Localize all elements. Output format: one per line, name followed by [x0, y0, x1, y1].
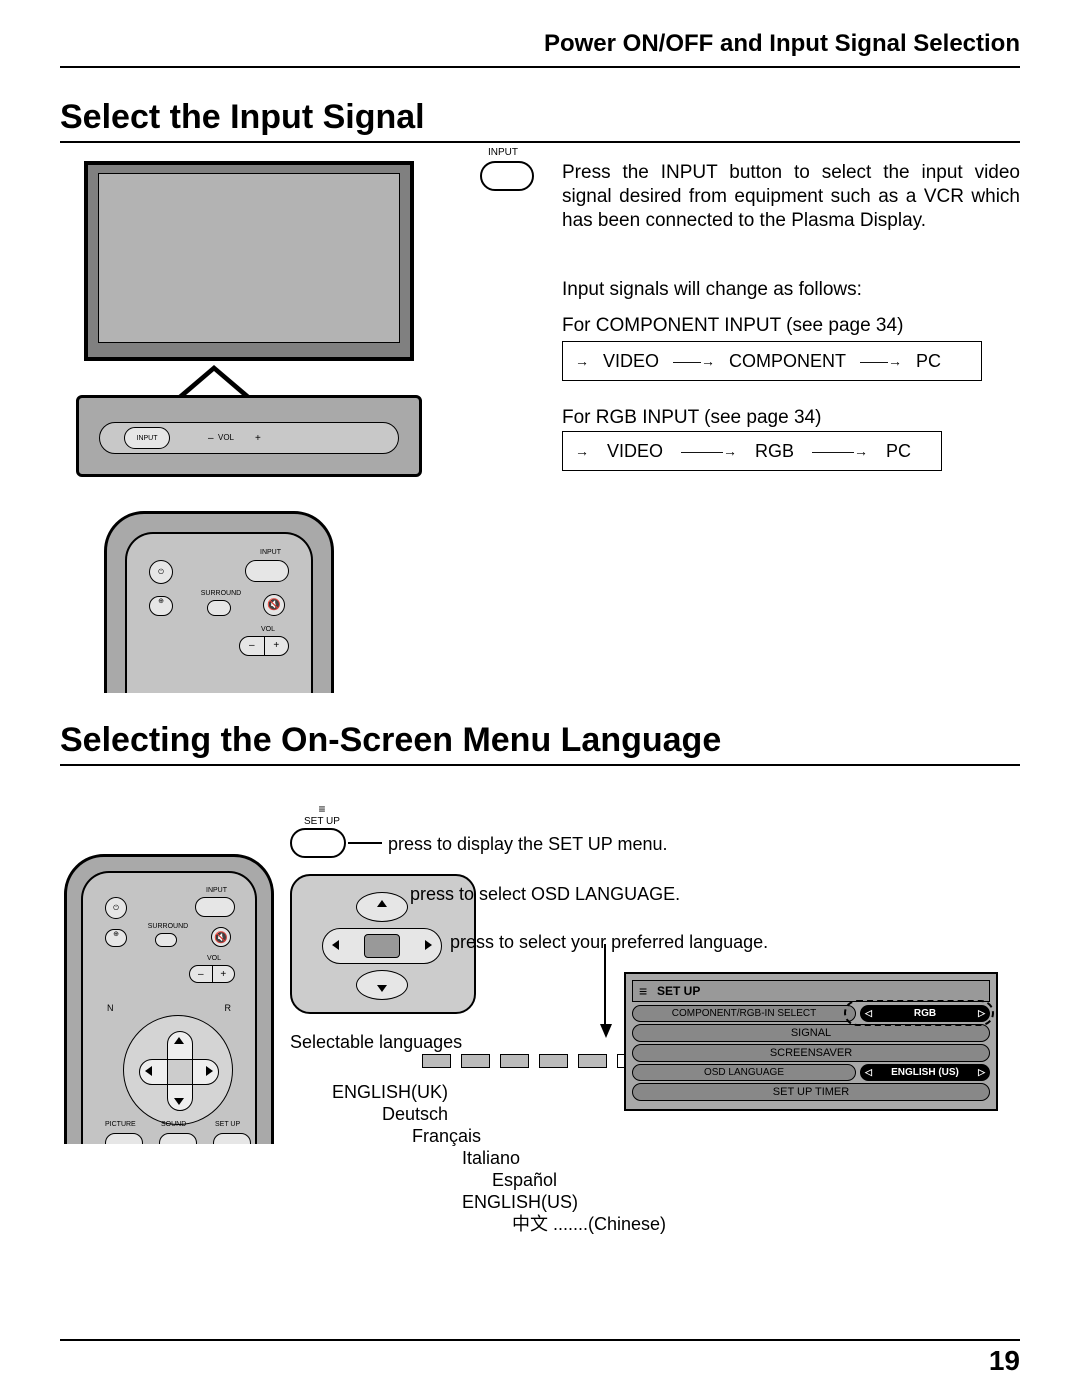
osd-row-component-val: RGB	[860, 1005, 990, 1022]
panel-input-button: INPUT	[124, 427, 170, 449]
menu-icon	[639, 983, 651, 999]
step3-text: press to select your preferred language.	[450, 932, 768, 953]
osd-row-timer: SET UP TIMER	[632, 1083, 990, 1101]
remote-aspect-button: ⊕	[149, 596, 173, 616]
remote2-setup-btn	[213, 1133, 251, 1144]
remote2-r-label: R	[225, 1003, 232, 1013]
remote-input-button	[245, 560, 289, 582]
header-title: Power ON/OFF and Input Signal Selection	[60, 30, 1020, 68]
section1-desc4: For RGB INPUT (see page 34)	[562, 407, 821, 429]
section1-desc3: For COMPONENT INPUT (see page 34)	[562, 315, 903, 337]
osd-row-screensaver: SCREENSAVER	[632, 1044, 990, 1062]
input-pill-label: INPUT	[488, 147, 518, 158]
remote2-sound-btn	[159, 1133, 197, 1144]
panel-vol-label: VOL	[218, 433, 234, 442]
input-pill-icon	[480, 161, 534, 191]
remote2-mute: 🔇	[211, 927, 231, 947]
osd-setup-menu: SET UP COMPONENT/RGB-IN SELECT RGB SIGNA…	[624, 972, 998, 1111]
remote-power-button: ⏻	[149, 560, 173, 584]
panel-vol-minus: –	[208, 433, 214, 444]
osd-title: SET UP	[657, 984, 700, 998]
setup-button-icon	[290, 828, 346, 858]
remote2-vol-label: VOL	[207, 955, 221, 962]
remote2-dpad	[123, 1015, 233, 1125]
remote-surround-button	[207, 600, 231, 616]
section1-desc2: Input signals will change as follows:	[562, 279, 862, 301]
selectable-languages-title: Selectable languages	[290, 1032, 462, 1053]
remote2-picture-btn	[105, 1133, 143, 1144]
remote-vol-buttons: –+	[239, 636, 289, 656]
plasma-display-diagram	[84, 161, 414, 361]
callout-triangle	[174, 365, 254, 399]
section2-title: Selecting the On-Screen Menu Language	[60, 721, 1020, 766]
cycle-component: →VIDEO ——→COMPONENT ——→PC	[562, 341, 982, 381]
remote-mute-button: 🔇	[263, 594, 285, 616]
remote2-surround-label: SURROUND	[137, 923, 199, 930]
setup-icon-label: ≡ SET UP	[304, 802, 340, 827]
step1-text: press to display the SET UP menu.	[388, 834, 667, 855]
remote2-setup-label: SET UP	[215, 1121, 240, 1128]
osd-row-component: COMPONENT/RGB-IN SELECT	[632, 1005, 856, 1022]
cycle-rgb: →VIDEO ———→RGB ———→PC	[562, 431, 942, 471]
osd-row-signal: SIGNAL	[632, 1024, 990, 1042]
osd-row-language-val: ENGLISH (US)	[860, 1064, 990, 1081]
remote2-picture-label: PICTURE	[105, 1121, 136, 1128]
remote2-surround	[155, 933, 177, 947]
remote2-sound-label: SOUND	[161, 1121, 186, 1128]
panel-vol-plus: +	[255, 433, 261, 444]
section1-title: Select the Input Signal	[60, 98, 1020, 143]
remote-surround-label: SURROUND	[187, 590, 255, 597]
osd-row-language: OSD LANGUAGE	[632, 1064, 856, 1081]
remote2-vol: –+	[189, 965, 235, 983]
remote-diagram-top: ⏻ INPUT ⊕ SURROUND 🔇 VOL –+	[84, 511, 354, 693]
front-panel-diagram: INPUT – VOL +	[76, 395, 422, 477]
remote-diagram-full: ⏻ INPUT ⊕ SURROUND 🔇 VOL –+ N R	[50, 854, 285, 1144]
remote2-n-label: N	[107, 1003, 114, 1013]
remote2-input	[195, 897, 235, 917]
step2-text: press to select OSD LANGUAGE.	[410, 884, 680, 905]
page-number: 19	[989, 1345, 1020, 1377]
section1-description: Press the INPUT button to select the inp…	[562, 161, 1020, 232]
language-list: ENGLISH(UK) Deutsch Français Italiano Es…	[332, 1082, 666, 1236]
remote2-power: ⏻	[105, 897, 127, 919]
remote2-aspect: ⊕	[105, 929, 127, 947]
remote-input-label: INPUT	[260, 549, 281, 556]
remote2-input-label: INPUT	[206, 887, 227, 894]
remote-vol-label: VOL	[261, 626, 275, 633]
